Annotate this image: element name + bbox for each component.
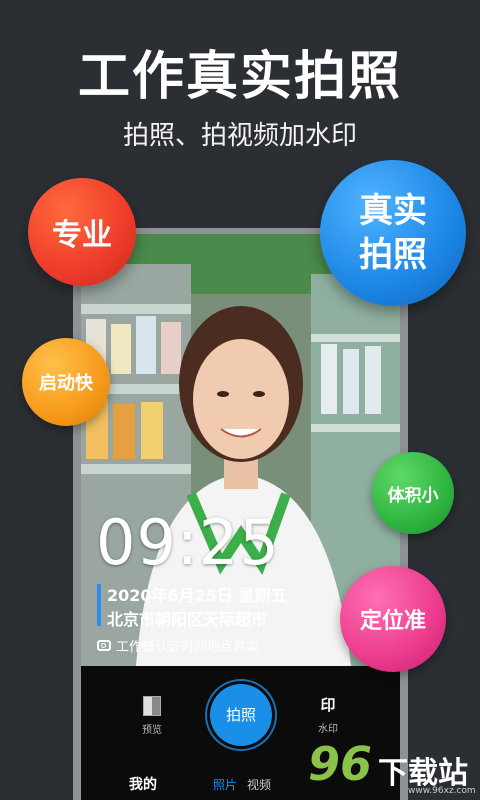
preview-label: 预览 (142, 725, 162, 736)
preview-thumbnail-icon (143, 696, 161, 716)
watermark-certification-text: 工作蜂认证时间地点真实 (116, 640, 260, 655)
badge-real-photo: 真实 拍照 (320, 160, 466, 306)
tab-video[interactable]: 视频 (247, 776, 271, 793)
headline: 工作真实拍照 (77, 47, 402, 107)
badge-pro: 专业 (28, 178, 136, 286)
watermark-date: 2020年6月25日 星期五 (107, 586, 287, 605)
watermark-certification: 工作蜂认证时间地点真实 (97, 636, 259, 655)
watermark-time: 09:25 (96, 506, 280, 579)
watermark-glyph: 印 (320, 696, 336, 714)
watermark-location: 北京市朝阳区天际超市 (107, 610, 268, 629)
tab-photo[interactable]: 照片 (213, 776, 237, 793)
watermark-accent-bar (97, 584, 101, 626)
badge-real-line1: 真实 (359, 191, 427, 231)
badge-accurate-location: 定位准 (340, 566, 446, 672)
site-logo-number: 96 (308, 737, 373, 791)
site-logo: 96 下载站 www.96xz.com (308, 738, 480, 800)
watermark-label: 水印 (318, 724, 338, 735)
camera-icon (97, 640, 111, 651)
watermark-button[interactable]: 印 水印 (313, 694, 343, 735)
phone-screen: 09:25 2020年6月25日 星期五 北京市朝阳区天际超市 工作蜂认证时间地… (81, 234, 400, 800)
badge-small-size: 体积小 (372, 452, 454, 534)
site-logo-url: www.96xz.com (408, 786, 476, 796)
preview-button[interactable]: 预览 (137, 696, 167, 736)
badge-real-line2: 拍照 (359, 235, 427, 275)
subheadline: 拍照、拍视频加水印 (122, 121, 357, 151)
tab-mine[interactable]: 我的 (129, 774, 157, 794)
badge-fast-start: 启动快 (22, 338, 110, 426)
shutter-button[interactable]: 拍照 (210, 684, 272, 746)
phone-frame: 09:25 2020年6月25日 星期五 北京市朝阳区天际超市 工作蜂认证时间地… (73, 228, 408, 800)
